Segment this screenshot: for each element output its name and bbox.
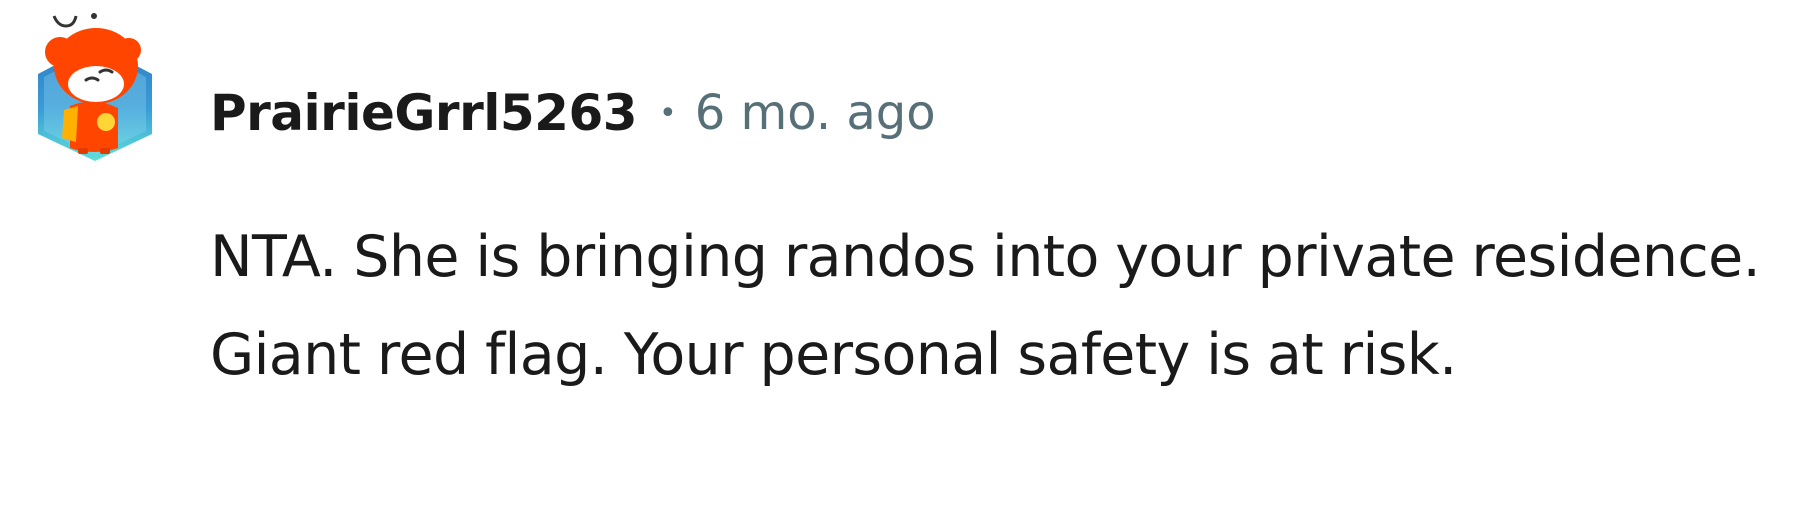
meta-separator: • — [659, 95, 677, 131]
comment-meta: PrairieGrrl5263 • 6 mo. ago — [210, 78, 936, 148]
snoo-avatar-icon — [38, 13, 152, 161]
comment: PrairieGrrl5263 • 6 mo. ago NTA. She is … — [0, 0, 1812, 527]
author-username[interactable]: PrairieGrrl5263 — [210, 84, 638, 142]
user-avatar[interactable] — [34, 10, 156, 162]
comment-body: NTA. She is bringing randos into your pr… — [210, 224, 1761, 388]
comment-timestamp[interactable]: 6 mo. ago — [695, 85, 936, 141]
